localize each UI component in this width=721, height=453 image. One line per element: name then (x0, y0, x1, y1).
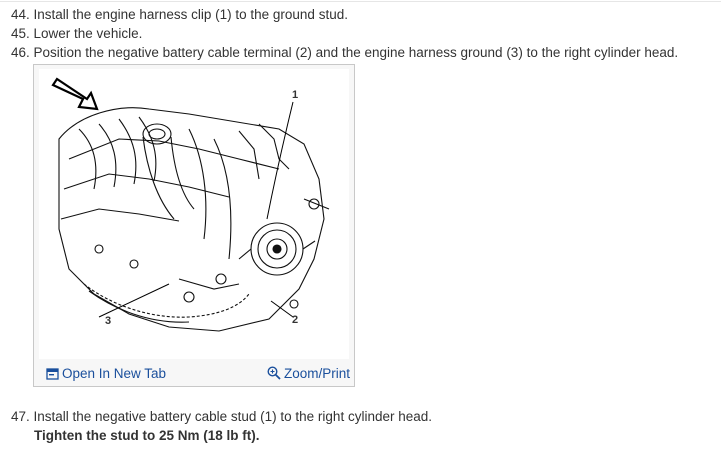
top-divider (0, 1, 721, 2)
step-45: 45. Lower the vehicle. (11, 26, 143, 41)
step-47: 47. Install the negative battery cable s… (11, 409, 432, 424)
step-46: 46. Position the negative battery cable … (11, 45, 679, 60)
open-in-new-tab-label: Open In New Tab (62, 366, 167, 381)
engine-figure: 1 2 3 Open In New Tab Zoom/Print (33, 64, 355, 387)
figure-toolbar: Open In New Tab Zoom/Print (34, 361, 354, 386)
magnifier-icon (267, 366, 281, 380)
engine-illustration: 1 2 3 (39, 69, 349, 359)
zoom-print-label: Zoom/Print (283, 366, 350, 381)
callout-3: 3 (105, 315, 112, 327)
callout-2: 2 (292, 314, 299, 326)
zoom-print-link[interactable]: Zoom/Print (267, 366, 350, 381)
step-47-torque-note: Tighten the stud to 25 Nm (18 lb ft). (34, 428, 260, 443)
step-44: 44. Install the engine harness clip (1) … (11, 7, 348, 22)
callout-1: 1 (292, 89, 299, 101)
open-window-icon (46, 368, 59, 380)
open-in-new-tab-link[interactable]: Open In New Tab (46, 366, 166, 381)
direction-arrow-icon (51, 77, 99, 111)
